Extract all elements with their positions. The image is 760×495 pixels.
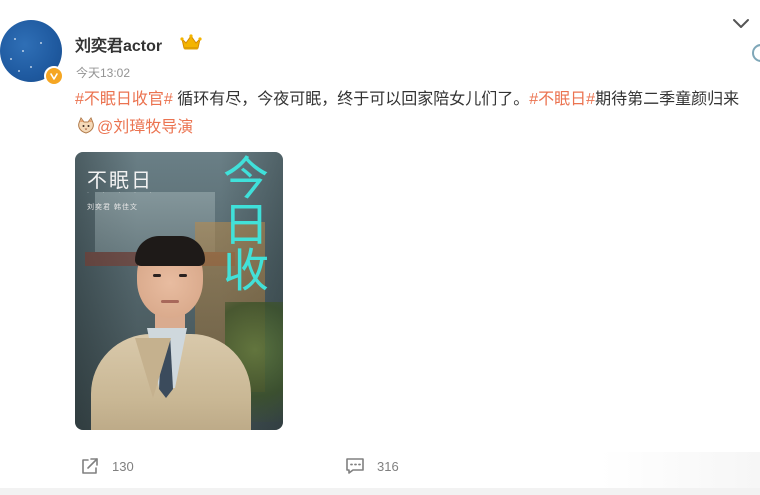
weibo-post: 刘奕君actor 今天13:02 #不眠日收官# 循环有尽，今夜可眠，终于可以回… xyxy=(0,0,760,495)
share-icon xyxy=(82,458,98,474)
post-image[interactable]: 不眠日 · · · · · 刘奕君 韩佳文 今日收 xyxy=(75,152,283,430)
person-lapel xyxy=(135,338,171,398)
post-body: 循环有尽，今夜可眠，终于可以回家陪女儿们了。 xyxy=(172,91,530,108)
topic-link[interactable]: #不眠日收官# xyxy=(75,91,173,108)
bottom-divider xyxy=(0,488,760,495)
mention-link[interactable]: @刘璋牧导演 xyxy=(97,119,193,136)
repost-button[interactable]: 130 xyxy=(80,456,134,476)
poster-title-dots: · · · · · xyxy=(87,190,158,196)
cat-emoji-icon xyxy=(78,117,94,134)
author-name[interactable]: 刘奕君actor xyxy=(75,32,162,56)
comment-count: 316 xyxy=(377,458,399,474)
person-eye xyxy=(179,274,187,277)
repost-count: 130 xyxy=(112,458,134,474)
poster-title: 不眠日 xyxy=(87,168,153,192)
avatar-speck xyxy=(22,50,24,52)
action-fade xyxy=(600,452,760,488)
person-hair xyxy=(135,236,205,266)
chevron-down-icon[interactable] xyxy=(732,16,750,30)
avatar-speck xyxy=(14,38,16,40)
avatar-speck xyxy=(30,66,32,68)
person-mouth xyxy=(161,300,179,303)
edge-circle-icon xyxy=(752,44,760,62)
avatar-speck xyxy=(40,42,42,44)
topic-link[interactable]: #不眠日# xyxy=(529,91,595,108)
post-timestamp[interactable]: 今天13:02 xyxy=(76,64,130,81)
crown-icon[interactable] xyxy=(180,33,202,51)
person-eye xyxy=(153,274,161,277)
post-body: 期待第二季童颜归来 xyxy=(595,91,740,108)
post-text: #不眠日收官# 循环有尽，今夜可眠，终于可以回家陪女儿们了。#不眠日#期待第二季… xyxy=(75,86,755,142)
avatar-speck xyxy=(18,70,20,72)
poster-vertical-text: 今日收 xyxy=(216,154,270,292)
avatar-speck xyxy=(10,58,12,60)
comment-button[interactable]: 316 xyxy=(345,456,399,476)
comment-icon xyxy=(346,458,364,474)
verified-badge-icon xyxy=(44,66,64,86)
poster-cast: 刘奕君 韩佳文 xyxy=(87,204,138,211)
